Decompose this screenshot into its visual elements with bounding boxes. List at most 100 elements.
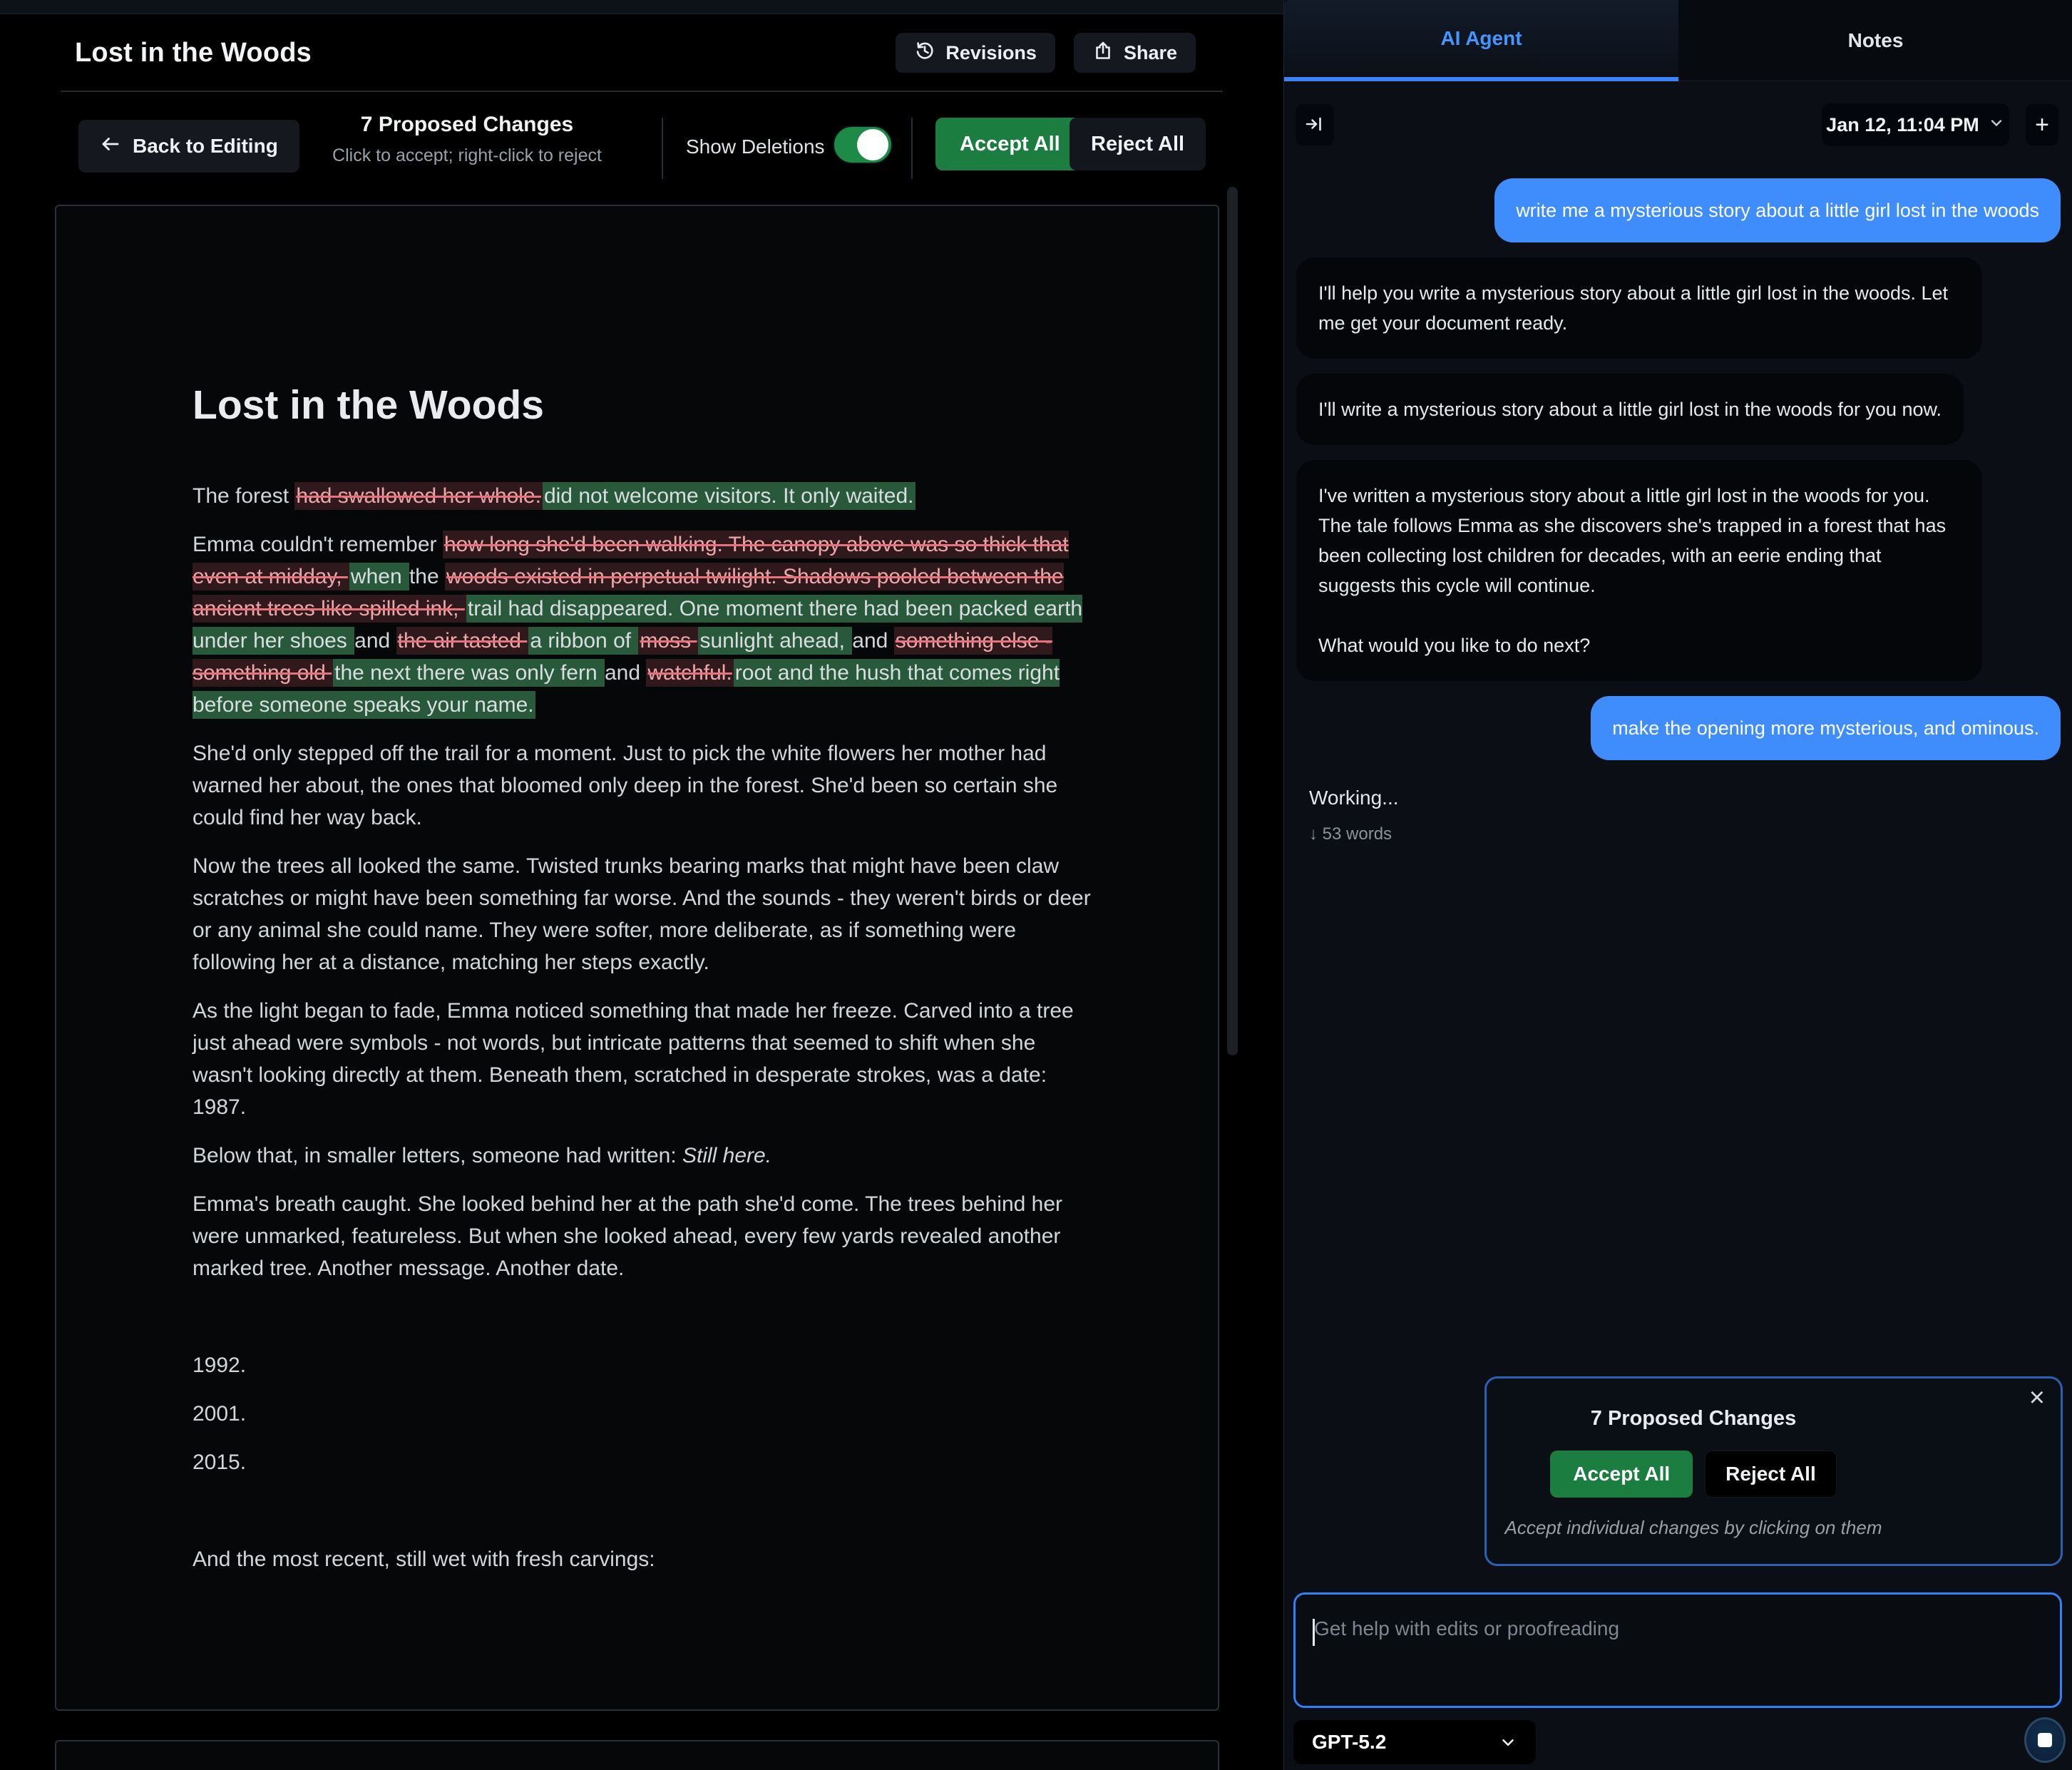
reject-all-button[interactable]: Reject All [1070, 118, 1206, 170]
word-count-delta: ↓ 53 words [1309, 824, 2061, 844]
doc-paragraph: Emma couldn't remember how long she'd be… [193, 528, 1101, 721]
session-date-dropdown[interactable]: Jan 12, 11:04 PM [1822, 103, 2009, 146]
new-session-button[interactable]: + [2026, 104, 2058, 145]
document-card-next [55, 1740, 1219, 1770]
document-scrollbar[interactable] [1227, 187, 1238, 1055]
proposed-card-note: Accept individual changes by clicking on… [1497, 1517, 1890, 1539]
left-pane: Lost in the Woods Revisions [0, 0, 1283, 1770]
document-header: Lost in the Woods Revisions [0, 14, 1283, 91]
card-accept-all-button[interactable]: Accept All [1550, 1451, 1693, 1498]
proposed-changes-hint: Click to accept; right-click to reject [307, 145, 627, 166]
accept-all-button[interactable]: Accept All [935, 118, 1084, 170]
collapse-icon [1304, 113, 1325, 137]
doc-text: and [354, 629, 396, 653]
doc-paragraph: 2001. [193, 1398, 1101, 1430]
share-label: Share [1124, 42, 1177, 64]
doc-text: and [852, 629, 893, 653]
history-icon [914, 40, 935, 66]
toggle-knob [857, 129, 888, 160]
revisions-button[interactable]: Revisions [896, 33, 1055, 73]
stop-button[interactable] [2024, 1717, 2066, 1763]
proposed-deletion[interactable]: moss [638, 627, 698, 655]
doc-italic-text: Still here. [682, 1144, 771, 1167]
doc-text: And the most recent, still wet with fres… [193, 1548, 655, 1571]
doc-text: The forest [193, 484, 294, 508]
proposed-deletion[interactable]: watchful. [646, 659, 733, 687]
share-button[interactable]: Share [1074, 33, 1196, 73]
doc-text: 1992. [193, 1354, 246, 1377]
session-date-label: Jan 12, 11:04 PM [1826, 114, 1979, 136]
text-caret [1313, 1619, 1315, 1646]
proposed-card-buttons: Accept All Reject All [1497, 1451, 1890, 1498]
app: Lost in the Woods Revisions [0, 0, 2072, 1770]
show-deletions-label: Show Deletions [686, 135, 825, 158]
proposed-insertion[interactable]: when [349, 563, 409, 590]
document-title: Lost in the Woods [193, 382, 1101, 429]
chat-message-assistant: I'll help you write a mysterious story a… [1296, 257, 1982, 359]
back-arrow-icon [100, 133, 121, 160]
doc-paragraph: The forest had swallowed her whole.did n… [193, 480, 1101, 512]
proposed-insertion[interactable]: a ribbon of [528, 627, 638, 655]
top-strip [0, 0, 1283, 14]
doc-text: Now the trees all looked the same. Twist… [193, 854, 1091, 974]
proposed-deletion[interactable]: had swallowed her whole. [294, 482, 543, 510]
proposed-changes-count: 7 Proposed Changes [307, 113, 627, 137]
document-paragraphs: The forest had swallowed her whole.did n… [193, 480, 1101, 1575]
doc-text: As the light began to fade, Emma noticed… [193, 999, 1074, 1119]
proposed-card-content: 7 Proposed Changes Accept All Reject All… [1497, 1378, 1890, 1539]
doc-blank-line [193, 1495, 1101, 1527]
doc-paragraph: 1992. [193, 1349, 1101, 1381]
doc-paragraph: As the light began to fade, Emma noticed… [193, 995, 1101, 1123]
chevron-down-icon [1499, 1733, 1517, 1751]
doc-paragraph: Below that, in smaller letters, someone … [193, 1140, 1101, 1172]
model-label: GPT-5.2 [1312, 1731, 1386, 1754]
doc-paragraph: And the most recent, still wet with fres… [193, 1543, 1101, 1575]
doc-text: Emma's breath caught. She looked behind … [193, 1192, 1062, 1280]
proposed-insertion[interactable]: the next there was only fern [333, 659, 605, 687]
doc-paragraph: Now the trees all looked the same. Twist… [193, 850, 1101, 978]
header-actions: Revisions Share [896, 33, 1196, 73]
chat-message-assistant: I'll write a mysterious story about a li… [1296, 374, 1964, 445]
card-reject-all-button[interactable]: Reject All [1705, 1451, 1837, 1498]
doc-text: She'd only stepped off the trail for a m… [193, 742, 1057, 829]
model-selector[interactable]: GPT-5.2 [1293, 1720, 1536, 1764]
proposed-changes-card: × 7 Proposed Changes Accept All Reject A… [1484, 1376, 2063, 1566]
revisions-label: Revisions [945, 42, 1037, 64]
document-card: Lost in the Woods The forest had swallow… [55, 205, 1219, 1711]
stop-icon [2038, 1733, 2052, 1747]
doc-blank-line [193, 1301, 1101, 1333]
proposed-insertion[interactable]: sunlight ahead, [698, 627, 852, 655]
chat-input[interactable] [1296, 1595, 2060, 1706]
proposed-card-title: 7 Proposed Changes [1497, 1407, 1890, 1431]
proposed-insertion[interactable]: did not welcome visitors. It only waited… [543, 482, 916, 510]
collapse-panel-button[interactable] [1296, 104, 1334, 145]
right-pane: AI Agent Notes Jan 12, 11:04 PM + [1283, 0, 2072, 1770]
show-deletions-toggle[interactable] [833, 126, 893, 164]
toolbar-divider [911, 118, 913, 179]
proposed-changes-summary: 7 Proposed Changes Click to accept; righ… [307, 113, 627, 166]
doc-text: 2001. [193, 1402, 246, 1426]
doc-paragraph: 2015. [193, 1446, 1101, 1478]
proposed-deletion[interactable]: the air tasted [396, 627, 529, 655]
back-to-editing-button[interactable]: Back to Editing [78, 120, 299, 173]
share-icon [1092, 40, 1114, 66]
chat-composer [1293, 1592, 2062, 1708]
chat-thread: write me a mysterious story about a litt… [1284, 178, 2072, 844]
chevron-down-icon [1988, 114, 2005, 136]
tab-notes[interactable]: Notes [1678, 0, 2072, 81]
back-to-editing-label: Back to Editing [133, 135, 278, 158]
panel-tabs: AI Agent Notes [1284, 0, 2072, 81]
doc-paragraph: Emma's breath caught. She looked behind … [193, 1188, 1101, 1284]
doc-text: the [409, 565, 445, 588]
panel-toolbar: Jan 12, 11:04 PM + [1284, 94, 2072, 158]
doc-text: Emma couldn't remember [193, 533, 443, 556]
close-icon[interactable]: × [2029, 1384, 2045, 1411]
tab-ai-agent[interactable]: AI Agent [1284, 0, 1678, 81]
document-content: Lost in the Woods The forest had swallow… [56, 206, 1218, 1575]
chat-message-user: make the opening more mysterious, and om… [1591, 696, 2061, 760]
header-divider [61, 91, 1223, 92]
doc-text: Below that, in smaller letters, someone … [193, 1144, 682, 1167]
doc-paragraph: She'd only stepped off the trail for a m… [193, 737, 1101, 834]
toolbar-divider [662, 118, 663, 179]
review-toolbar: Back to Editing 7 Proposed Changes Click… [0, 107, 1283, 193]
